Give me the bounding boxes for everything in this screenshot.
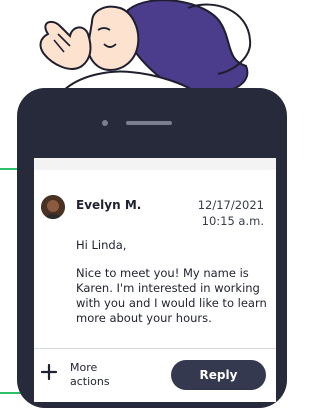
message-time: 10:15 a.m.	[201, 214, 264, 228]
message-body: Nice to meet you! My name is Karen. I'm …	[76, 266, 267, 325]
more-actions-button[interactable]: More actions	[70, 361, 130, 389]
phone-speaker	[126, 121, 172, 125]
sender-name: Evelyn M.	[76, 198, 142, 212]
message-greeting: Hi Linda,	[76, 238, 127, 252]
reply-button[interactable]: Reply	[171, 360, 266, 390]
phone-camera	[102, 120, 108, 126]
avatar	[41, 195, 65, 219]
message-screen: Evelyn M. 12/17/2021 10:15 a.m. Hi Linda…	[34, 158, 276, 402]
plus-icon[interactable]	[41, 364, 57, 380]
avatar-icon	[41, 195, 65, 219]
screen-header-strip	[34, 158, 276, 170]
message-date: 12/17/2021	[197, 198, 264, 212]
